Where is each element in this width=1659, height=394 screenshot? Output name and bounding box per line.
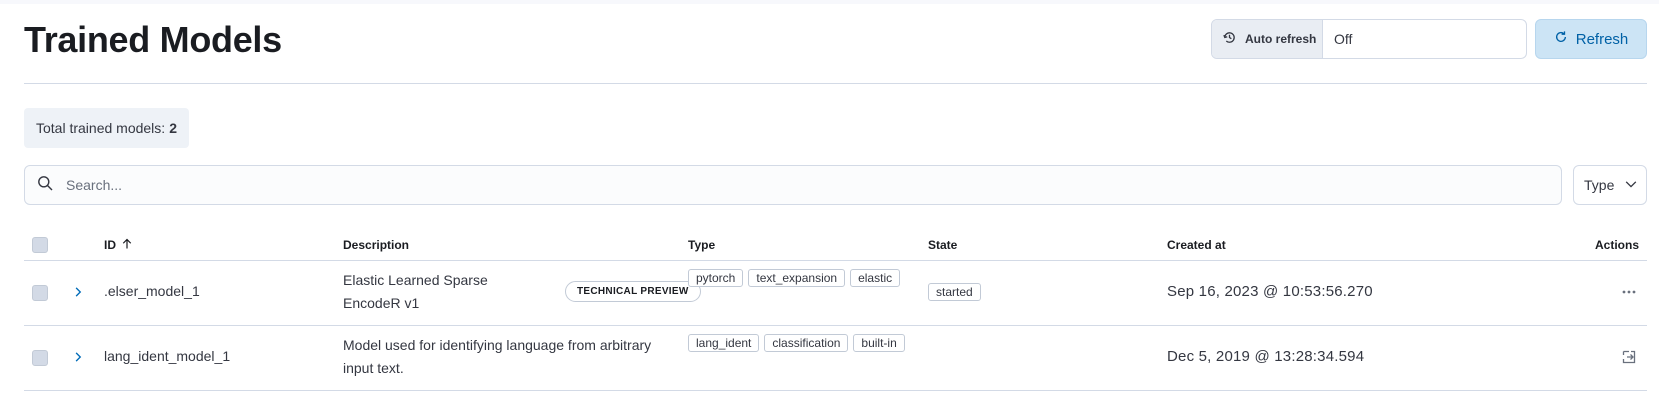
total-models-label: Total trained models: <box>36 120 166 136</box>
timer-refresh-icon <box>1222 30 1237 48</box>
search-bar[interactable] <box>24 165 1562 205</box>
table-row: lang_ident_model_1 Model used for identi… <box>24 326 1647 391</box>
type-filter-label: Type <box>1584 177 1615 193</box>
column-header-id-label: ID <box>104 238 116 252</box>
created-at: Sep 16, 2023 @ 10:53:56.270 <box>1167 283 1373 300</box>
table-header: ID Description Type State Created at Act… <box>24 230 1647 261</box>
export-icon <box>1621 349 1637 368</box>
page-title: Trained Models <box>24 19 282 60</box>
type-tag: classification <box>764 334 849 352</box>
select-all-checkbox[interactable] <box>32 237 48 253</box>
type-tag: text_expansion <box>748 269 846 287</box>
sort-ascending-icon <box>121 238 133 253</box>
column-header-type: Type <box>688 238 716 252</box>
checkbox[interactable] <box>32 237 48 253</box>
model-id: lang_ident_model_1 <box>104 348 231 364</box>
auto-refresh-value[interactable]: Off <box>1323 20 1352 58</box>
refresh-label: Refresh <box>1575 30 1629 48</box>
column-header-created-at[interactable]: Created at <box>1167 230 1226 260</box>
search-icon <box>37 175 53 196</box>
refresh-icon <box>1554 30 1568 48</box>
state-badge: started <box>928 283 981 301</box>
type-tag: built-in <box>853 334 905 352</box>
row-checkbox[interactable] <box>32 350 48 366</box>
column-header-actions: Actions <box>1594 238 1639 252</box>
type-tags: pytorch text_expansion elastic <box>688 269 918 287</box>
column-header-id[interactable]: ID <box>104 230 133 260</box>
checkbox[interactable] <box>32 285 48 301</box>
type-tags: lang_ident classification built-in <box>688 334 918 352</box>
top-bar <box>0 0 1659 4</box>
models-table: ID Description Type State Created at Act… <box>24 230 1647 391</box>
header-divider <box>24 83 1647 84</box>
auto-refresh-label: Auto refresh <box>1245 32 1317 46</box>
chevron-down-icon <box>1624 177 1638 194</box>
chevron-right-icon <box>72 285 84 301</box>
model-description: Model used for identifying language from… <box>343 337 652 376</box>
expand-row-button[interactable] <box>68 283 88 303</box>
type-tag: pytorch <box>688 269 744 287</box>
refresh-button[interactable]: Refresh <box>1535 19 1647 59</box>
technical-preview-badge[interactable]: TECHNICAL PREVIEW <box>565 281 701 302</box>
more-actions-button[interactable] <box>1619 283 1639 303</box>
type-tag: elastic <box>850 269 901 287</box>
type-filter-button[interactable]: Type <box>1573 165 1647 205</box>
created-at: Dec 5, 2019 @ 13:28:34.594 <box>1167 348 1365 365</box>
row-checkbox[interactable] <box>32 285 48 301</box>
model-id: .elser_model_1 <box>104 283 200 299</box>
export-button[interactable] <box>1619 348 1639 368</box>
column-header-description: Description <box>343 238 410 252</box>
column-header-state[interactable]: State <box>928 230 957 260</box>
search-input[interactable] <box>64 176 1464 194</box>
auto-refresh-toggle[interactable]: Auto refresh <box>1212 20 1323 58</box>
type-tag: lang_ident <box>688 334 760 352</box>
total-models-summary: Total trained models: 2 <box>24 108 189 148</box>
auto-refresh-control[interactable]: Auto refresh Off <box>1211 19 1527 59</box>
expand-row-button[interactable] <box>68 348 88 368</box>
more-actions-icon <box>1621 284 1637 303</box>
checkbox[interactable] <box>32 350 48 366</box>
chevron-right-icon <box>72 350 84 366</box>
model-description: Elastic Learned Sparse EncodeR v1 <box>343 272 488 311</box>
table-row: .elser_model_1 Elastic Learned Sparse En… <box>24 261 1647 326</box>
total-models-count: 2 <box>169 120 177 136</box>
